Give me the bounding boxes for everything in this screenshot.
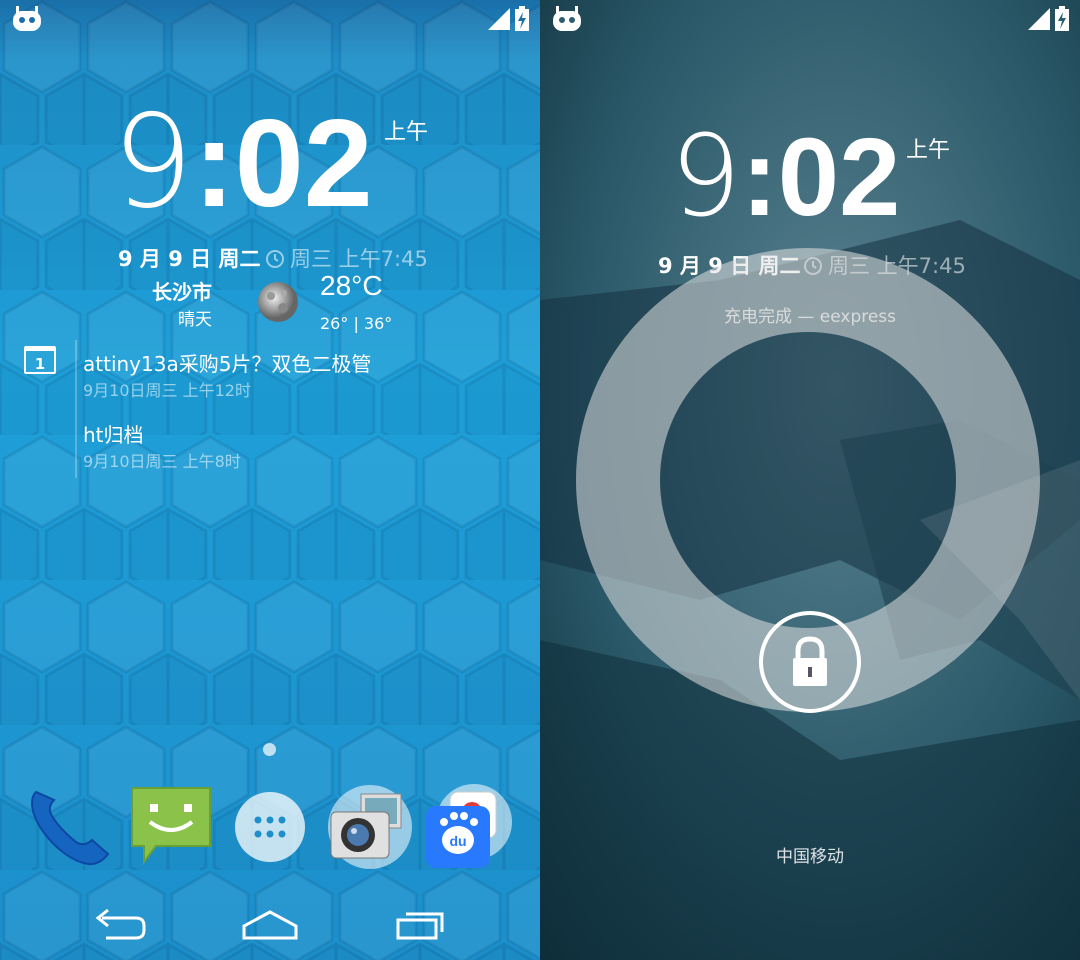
- app-drawer-icon[interactable]: [225, 782, 315, 872]
- status-bar: [0, 0, 540, 38]
- recents-icon[interactable]: [394, 906, 450, 942]
- weather-city[interactable]: 长沙市: [152, 276, 212, 305]
- alarm-clock-icon: [266, 250, 284, 268]
- clock-hour: 9: [670, 112, 742, 242]
- signal-icon: [488, 8, 510, 30]
- weather-temperature: 28°C: [320, 270, 383, 301]
- battery-charging-icon: [515, 6, 529, 31]
- lock-icon: [793, 636, 827, 686]
- clock: 9:02: [670, 112, 900, 242]
- clock-ampm: 上午: [906, 137, 951, 162]
- event-title[interactable]: attiny13a采购5片？双色二极管: [83, 348, 371, 377]
- home-icon[interactable]: [240, 906, 300, 942]
- clock[interactable]: 9:02: [112, 88, 373, 237]
- page-indicator: [263, 743, 276, 756]
- status-bar: [540, 0, 1080, 38]
- lock-handle[interactable]: [759, 611, 861, 713]
- clock-minute: :02: [193, 95, 373, 233]
- clock-ampm: 上午: [384, 119, 429, 144]
- lock-screen: 9:02 上午 9 月 9 日 周二 周三 上午7:45 充电完成 — eexp…: [540, 0, 1080, 960]
- cyanogenmod-icon: [13, 6, 41, 31]
- calendar-divider: [75, 340, 77, 478]
- calendar-icon[interactable]: 1: [24, 346, 56, 374]
- signal-icon: [1028, 8, 1050, 30]
- carrier-label: 中国移动: [776, 847, 844, 867]
- clock-hour: 9: [112, 88, 194, 237]
- home-screen: 9:02 上午 9 月 9 日 周二 周三 上午7:45 长沙市 晴天 28°C…: [0, 0, 540, 960]
- next-alarm: 周三 上午7:45: [264, 243, 428, 273]
- event-title[interactable]: ht归档: [83, 419, 144, 448]
- alarm-text: 周三 上午7:45: [290, 247, 428, 271]
- messaging-icon[interactable]: [126, 782, 216, 872]
- baidu-folder-icon[interactable]: du: [422, 782, 512, 872]
- phone-icon[interactable]: [22, 782, 112, 872]
- back-icon[interactable]: [92, 906, 148, 942]
- camera-gallery-folder-icon[interactable]: [325, 782, 415, 872]
- weather-range: 26° | 36°: [320, 314, 393, 333]
- svg-text:du: du: [449, 833, 466, 849]
- date: 9 月 9 日 周二: [118, 247, 261, 271]
- moon-icon: [258, 282, 298, 322]
- event-time: 9月10日周三 上午8时: [83, 452, 241, 471]
- weather-condition: 晴天: [178, 310, 212, 330]
- clock-minute: :02: [741, 116, 901, 239]
- event-time: 9月10日周三 上午12时: [83, 381, 251, 400]
- cyanogenmod-icon: [553, 6, 581, 31]
- battery-charging-icon: [1055, 6, 1069, 31]
